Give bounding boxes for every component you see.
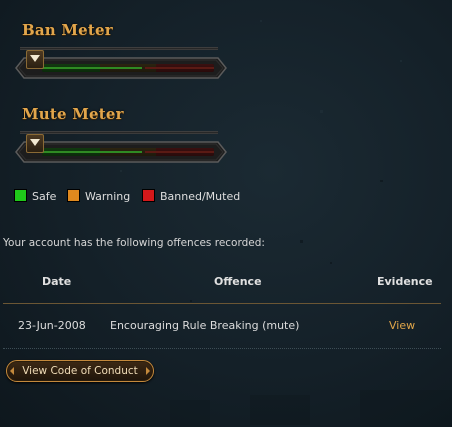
mute-meter-title: Mute Meter (22, 105, 124, 123)
column-header-offence: Offence (214, 275, 262, 288)
ban-meter-pointer-icon (26, 50, 44, 69)
mute-meter-pointer-icon (26, 134, 44, 153)
offences-intro-text: Your account has the following offences … (3, 237, 265, 249)
banned-swatch-icon (142, 189, 155, 202)
column-header-date: Date (42, 275, 72, 288)
warning-swatch-icon (67, 189, 80, 202)
safe-swatch-icon (14, 189, 27, 202)
offence-date: 23-Jun-2008 (18, 319, 86, 332)
view-code-of-conduct-button[interactable]: View Code of Conduct (6, 360, 154, 382)
mute-meter-bar (42, 148, 214, 156)
legend-item-banned: Banned/Muted (142, 189, 240, 203)
mute-meter (14, 131, 228, 165)
meter-rule (20, 131, 218, 134)
ban-meter-bar (42, 64, 214, 72)
view-evidence-link[interactable]: View (389, 319, 415, 332)
legend-item-warning: Warning (67, 189, 130, 203)
header-divider (3, 303, 441, 304)
ban-meter (14, 47, 228, 81)
legend-item-safe: Safe (14, 189, 56, 203)
offence-description: Encouraging Rule Breaking (mute) (110, 319, 300, 332)
meter-rule (20, 47, 218, 50)
ban-meter-title: Ban Meter (22, 21, 113, 39)
row-divider (3, 348, 441, 349)
column-header-evidence: Evidence (377, 275, 433, 288)
